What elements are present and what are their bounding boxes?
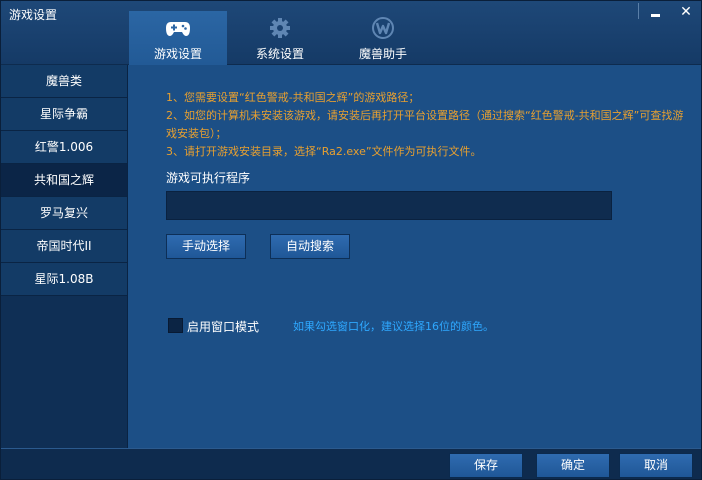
title-separator xyxy=(638,3,639,19)
exe-path-input[interactable] xyxy=(166,191,612,220)
tab-label: 魔兽助手 xyxy=(358,47,407,61)
game-list-sidebar: 魔兽类 星际争霸 红警1.006 共和国之辉 罗马复兴 帝国时代II 星际1.0… xyxy=(1,65,128,448)
sidebar-item-red-alert[interactable]: 红警1.006 xyxy=(1,131,127,164)
footer-bar: 保存 确定 取消 xyxy=(1,448,701,479)
close-icon: ✕ xyxy=(680,4,692,20)
sidebar-item-starcraft[interactable]: 星际争霸 xyxy=(1,98,127,131)
tab-system-settings[interactable]: 系统设置 xyxy=(231,11,329,65)
sidebar-item-rise-of-rome[interactable]: 罗马复兴 xyxy=(1,197,127,230)
auto-search-button[interactable]: 自动搜索 xyxy=(270,234,350,259)
ok-button[interactable]: 确定 xyxy=(536,453,610,478)
cancel-button[interactable]: 取消 xyxy=(619,453,693,478)
minimize-button[interactable] xyxy=(641,3,669,21)
warcraft-logo-icon xyxy=(372,17,394,39)
close-button[interactable]: ✕ xyxy=(672,3,700,21)
window-mode-checkbox[interactable] xyxy=(168,318,183,333)
save-button[interactable]: 保存 xyxy=(449,453,523,478)
manual-select-button[interactable]: 手动选择 xyxy=(166,234,246,259)
title-bar: 游戏设置 ✕ 游戏设置 系统设置 魔兽助手 xyxy=(1,1,701,65)
sidebar-item-warcraft[interactable]: 魔兽类 xyxy=(1,65,127,98)
exe-path-label: 游戏可执行程序 xyxy=(166,171,251,185)
minimize-icon xyxy=(650,13,660,17)
instruction-line: 2、如您的计算机未安装该游戏，请安装后再打开平台设置路径（通过搜索“红色警戒-共… xyxy=(166,109,684,140)
window-title: 游戏设置 xyxy=(9,8,58,22)
sidebar-item-republic[interactable]: 共和国之辉 xyxy=(1,164,127,197)
sidebar-item-starcraft-108b[interactable]: 星际1.08B xyxy=(1,263,127,296)
sidebar-item-age-of-empires[interactable]: 帝国时代II xyxy=(1,230,127,263)
settings-window: 游戏设置 ✕ 游戏设置 系统设置 魔兽助手 魔兽类 星际争霸 红警1.006 共… xyxy=(0,0,702,480)
tab-label: 系统设置 xyxy=(255,47,304,61)
tab-warcraft-helper[interactable]: 魔兽助手 xyxy=(334,11,432,65)
window-mode-tip: 如果勾选窗口化，建议选择16位的颜色。 xyxy=(293,320,494,333)
gamepad-icon xyxy=(166,22,190,36)
instruction-line: 1、您需要设置“红色警戒-共和国之辉”的游戏路径； xyxy=(166,91,420,104)
tab-label: 游戏设置 xyxy=(153,47,202,61)
window-mode-label[interactable]: 启用窗口模式 xyxy=(187,318,259,335)
instructions: 1、您需要设置“红色警戒-共和国之辉”的游戏路径； 2、如您的计算机未安装该游戏… xyxy=(166,89,694,161)
settings-panel: 1、您需要设置“红色警戒-共和国之辉”的游戏路径； 2、如您的计算机未安装该游戏… xyxy=(128,65,701,448)
tab-game-settings[interactable]: 游戏设置 xyxy=(129,11,227,65)
gear-icon xyxy=(270,18,290,38)
instruction-line: 3、请打开游戏安装目录，选择“Ra2.exe”文件作为可执行文件。 xyxy=(166,145,482,158)
